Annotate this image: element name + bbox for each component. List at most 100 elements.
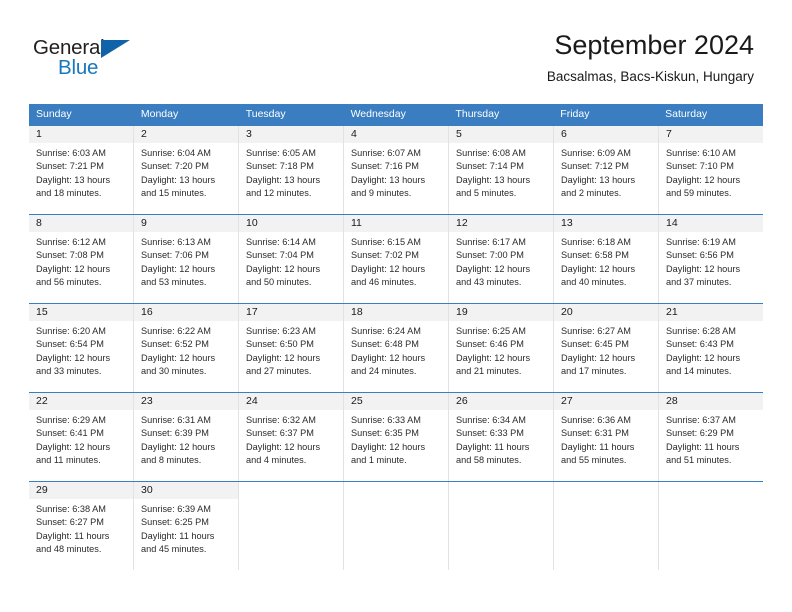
weekday-header-monday: Monday [140, 108, 179, 120]
daylight-line1: Daylight: 11 hours [666, 441, 740, 452]
daylight-line2: and 2 minutes. [561, 188, 622, 199]
day-cell[interactable]: 4 Sunrise: 6:07 AM Sunset: 7:16 PM Dayli… [344, 126, 449, 214]
day-cell[interactable]: 5 Sunrise: 6:08 AM Sunset: 7:14 PM Dayli… [449, 126, 554, 214]
sunset-text: Sunset: 6:43 PM [666, 339, 734, 350]
day-cell[interactable]: 25 Sunrise: 6:33 AM Sunset: 6:35 PM Dayl… [344, 393, 449, 481]
day-cell[interactable]: 19 Sunrise: 6:25 AM Sunset: 6:46 PM Dayl… [449, 304, 554, 392]
day-cell[interactable]: 15 Sunrise: 6:20 AM Sunset: 6:54 PM Dayl… [29, 304, 134, 392]
day-info: Sunrise: 6:36 AM Sunset: 6:31 PM Dayligh… [554, 410, 658, 468]
day-cell[interactable]: 14 Sunrise: 6:19 AM Sunset: 6:56 PM Dayl… [659, 215, 763, 303]
day-cell[interactable]: 29 Sunrise: 6:38 AM Sunset: 6:27 PM Dayl… [29, 482, 134, 570]
daynum-band: 17 [239, 304, 343, 321]
daynum-band: 18 [344, 304, 448, 321]
day-cell[interactable]: 9 Sunrise: 6:13 AM Sunset: 7:06 PM Dayli… [134, 215, 239, 303]
daylight-line2: and 43 minutes. [456, 277, 522, 288]
day-cell[interactable]: 3 Sunrise: 6:05 AM Sunset: 7:18 PM Dayli… [239, 126, 344, 214]
daylight-line2: and 15 minutes. [141, 188, 207, 199]
day-info: Sunrise: 6:28 AM Sunset: 6:43 PM Dayligh… [659, 321, 763, 379]
daylight-line2: and 27 minutes. [246, 366, 312, 377]
day-cell[interactable]: 8 Sunrise: 6:12 AM Sunset: 7:08 PM Dayli… [29, 215, 134, 303]
day-info: Sunrise: 6:34 AM Sunset: 6:33 PM Dayligh… [449, 410, 553, 468]
day-cell[interactable]: 24 Sunrise: 6:32 AM Sunset: 6:37 PM Dayl… [239, 393, 344, 481]
day-cell[interactable]: 28 Sunrise: 6:37 AM Sunset: 6:29 PM Dayl… [659, 393, 763, 481]
daylight-line2: and 51 minutes. [666, 455, 732, 466]
daylight-line2: and 33 minutes. [36, 366, 102, 377]
sunrise-text: Sunrise: 6:10 AM [666, 148, 736, 158]
daylight-line2: and 53 minutes. [141, 277, 207, 288]
sunset-text: Sunset: 7:21 PM [36, 161, 104, 172]
daylight-line2: and 46 minutes. [351, 277, 417, 288]
sunset-text: Sunset: 6:46 PM [456, 339, 524, 350]
sunrise-text: Sunrise: 6:31 AM [141, 415, 211, 425]
daylight-line1: Daylight: 11 hours [141, 530, 215, 541]
day-cell-empty [659, 482, 763, 570]
day-info: Sunrise: 6:09 AM Sunset: 7:12 PM Dayligh… [554, 143, 658, 201]
daynum-band: 26 [449, 393, 553, 410]
sunrise-text: Sunrise: 6:22 AM [141, 326, 211, 336]
daylight-line1: Daylight: 13 hours [36, 174, 111, 185]
day-cell[interactable]: 23 Sunrise: 6:31 AM Sunset: 6:39 PM Dayl… [134, 393, 239, 481]
day-cell[interactable]: 13 Sunrise: 6:18 AM Sunset: 6:58 PM Dayl… [554, 215, 659, 303]
day-number: 14 [666, 217, 678, 229]
day-cell-empty [344, 482, 449, 570]
day-cell[interactable]: 17 Sunrise: 6:23 AM Sunset: 6:50 PM Dayl… [239, 304, 344, 392]
daylight-line2: and 40 minutes. [561, 277, 627, 288]
sunset-text: Sunset: 6:27 PM [36, 517, 104, 528]
day-cell[interactable]: 6 Sunrise: 6:09 AM Sunset: 7:12 PM Dayli… [554, 126, 659, 214]
sunset-text: Sunset: 7:06 PM [141, 250, 209, 261]
day-cell[interactable]: 10 Sunrise: 6:14 AM Sunset: 7:04 PM Dayl… [239, 215, 344, 303]
day-cell[interactable]: 2 Sunrise: 6:04 AM Sunset: 7:20 PM Dayli… [134, 126, 239, 214]
day-number: 24 [246, 395, 258, 407]
sunset-text: Sunset: 7:12 PM [561, 161, 629, 172]
daynum-band: 23 [134, 393, 238, 410]
daynum-band: 10 [239, 215, 343, 232]
day-number: 25 [351, 395, 363, 407]
week-row: 15 Sunrise: 6:20 AM Sunset: 6:54 PM Dayl… [29, 303, 763, 392]
daylight-line1: Daylight: 12 hours [36, 263, 111, 274]
daylight-line2: and 55 minutes. [561, 455, 627, 466]
day-info: Sunrise: 6:10 AM Sunset: 7:10 PM Dayligh… [659, 143, 763, 201]
day-cell[interactable]: 1 Sunrise: 6:03 AM Sunset: 7:21 PM Dayli… [29, 126, 134, 214]
day-info: Sunrise: 6:12 AM Sunset: 7:08 PM Dayligh… [29, 232, 133, 290]
weekday-header-saturday: Saturday [665, 108, 708, 120]
daynum-band [239, 482, 343, 499]
sunset-text: Sunset: 6:25 PM [141, 517, 209, 528]
daynum-band: 29 [29, 482, 133, 499]
sunset-text: Sunset: 7:00 PM [456, 250, 524, 261]
daylight-line1: Daylight: 12 hours [351, 352, 426, 363]
day-info: Sunrise: 6:07 AM Sunset: 7:16 PM Dayligh… [344, 143, 448, 201]
sunset-text: Sunset: 7:08 PM [36, 250, 104, 261]
daylight-line1: Daylight: 12 hours [351, 441, 426, 452]
day-cell[interactable]: 21 Sunrise: 6:28 AM Sunset: 6:43 PM Dayl… [659, 304, 763, 392]
sunrise-text: Sunrise: 6:38 AM [36, 504, 106, 514]
day-cell[interactable]: 12 Sunrise: 6:17 AM Sunset: 7:00 PM Dayl… [449, 215, 554, 303]
sunrise-text: Sunrise: 6:04 AM [141, 148, 211, 158]
day-cell[interactable]: 30 Sunrise: 6:39 AM Sunset: 6:25 PM Dayl… [134, 482, 239, 570]
day-cell[interactable]: 26 Sunrise: 6:34 AM Sunset: 6:33 PM Dayl… [449, 393, 554, 481]
day-cell[interactable]: 20 Sunrise: 6:27 AM Sunset: 6:45 PM Dayl… [554, 304, 659, 392]
day-number: 20 [561, 306, 573, 318]
day-number: 23 [141, 395, 153, 407]
day-cell[interactable]: 18 Sunrise: 6:24 AM Sunset: 6:48 PM Dayl… [344, 304, 449, 392]
sunrise-text: Sunrise: 6:13 AM [141, 237, 211, 247]
day-cell[interactable]: 22 Sunrise: 6:29 AM Sunset: 6:41 PM Dayl… [29, 393, 134, 481]
sunrise-text: Sunrise: 6:12 AM [36, 237, 106, 247]
weekday-header-wednesday: Wednesday [350, 108, 406, 120]
day-cell[interactable]: 7 Sunrise: 6:10 AM Sunset: 7:10 PM Dayli… [659, 126, 763, 214]
sunrise-text: Sunrise: 6:28 AM [666, 326, 736, 336]
day-cell[interactable]: 11 Sunrise: 6:15 AM Sunset: 7:02 PM Dayl… [344, 215, 449, 303]
daynum-band: 14 [659, 215, 763, 232]
sunrise-text: Sunrise: 6:34 AM [456, 415, 526, 425]
daylight-line2: and 17 minutes. [561, 366, 627, 377]
day-cell[interactable]: 16 Sunrise: 6:22 AM Sunset: 6:52 PM Dayl… [134, 304, 239, 392]
sunrise-text: Sunrise: 6:18 AM [561, 237, 631, 247]
day-cell[interactable]: 27 Sunrise: 6:36 AM Sunset: 6:31 PM Dayl… [554, 393, 659, 481]
sunset-text: Sunset: 6:58 PM [561, 250, 629, 261]
daylight-line1: Daylight: 12 hours [666, 174, 741, 185]
day-number: 1 [36, 128, 42, 140]
day-info: Sunrise: 6:08 AM Sunset: 7:14 PM Dayligh… [449, 143, 553, 201]
daylight-line2: and 48 minutes. [36, 544, 102, 555]
daynum-band: 8 [29, 215, 133, 232]
daylight-line2: and 37 minutes. [666, 277, 732, 288]
general-blue-logo[interactable]: General Blue [33, 36, 233, 86]
